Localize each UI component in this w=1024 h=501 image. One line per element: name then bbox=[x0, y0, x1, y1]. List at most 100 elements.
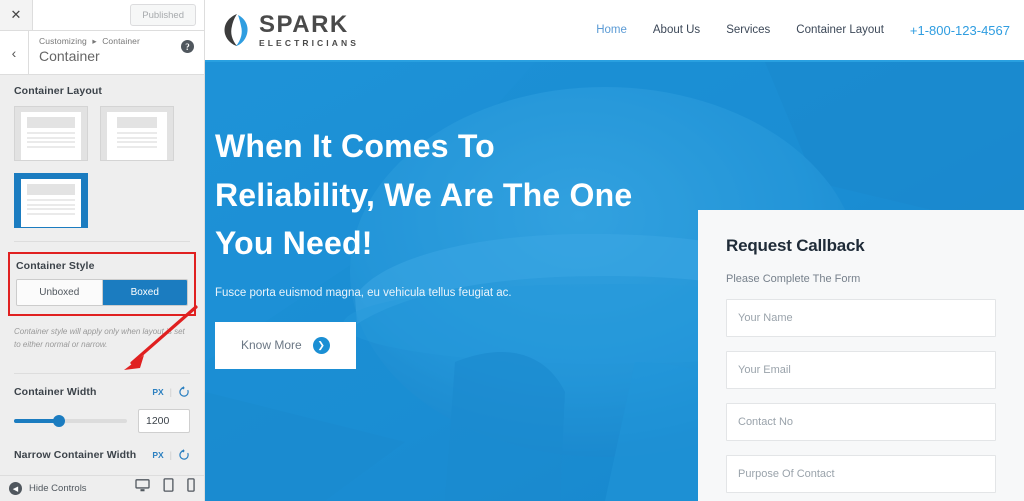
container-width-input[interactable] bbox=[138, 409, 190, 434]
customizer-topbar: ✕ Published bbox=[0, 0, 204, 31]
request-callback-card: Request Callback Please Complete The For… bbox=[698, 210, 1024, 501]
customizer-sidebar: ✕ Published ‹ Customizing ▸ Container Co… bbox=[0, 0, 205, 501]
device-tablet-button[interactable] bbox=[163, 477, 174, 500]
close-icon[interactable]: ✕ bbox=[0, 0, 33, 30]
container-layout-options bbox=[14, 106, 190, 228]
layout-option-narrow[interactable] bbox=[100, 106, 174, 161]
panel-header-text: Customizing ▸ Container Container bbox=[29, 31, 204, 74]
thumb-line bbox=[27, 199, 75, 201]
logo-text: SPARK ELECTRICIANS bbox=[259, 10, 360, 48]
layout-preview-full-width bbox=[21, 179, 81, 227]
desktop-icon bbox=[135, 478, 150, 491]
unit-px-button[interactable]: PX bbox=[152, 387, 163, 397]
container-style-toggle-group: Unboxed Boxed bbox=[16, 279, 188, 306]
container-layout-label: Container Layout bbox=[14, 85, 102, 97]
thumb-title-bar bbox=[27, 117, 75, 128]
thumb-line bbox=[27, 212, 75, 215]
container-width-slider[interactable] bbox=[14, 415, 127, 428]
logo-primary-text: SPARK bbox=[259, 10, 349, 38]
nav-item-container-layout[interactable]: Container Layout bbox=[796, 24, 884, 36]
slider-knob[interactable] bbox=[53, 415, 66, 428]
nav-item-home[interactable]: Home bbox=[596, 24, 627, 36]
narrow-container-width-section: Narrow Container Width PX | bbox=[0, 433, 204, 461]
name-input[interactable] bbox=[726, 299, 996, 337]
container-style-boxed-button[interactable]: Boxed bbox=[101, 280, 187, 305]
thumb-line bbox=[117, 136, 157, 139]
container-width-unit-controls: PX | bbox=[152, 386, 190, 398]
customizer-controls: Container Layout Container Style Unboxed… bbox=[0, 75, 204, 475]
thumb-line bbox=[27, 136, 75, 139]
back-chevron-icon[interactable]: ‹ bbox=[0, 31, 29, 74]
layout-preview-narrow bbox=[107, 112, 167, 160]
container-width-label: Container Width bbox=[14, 386, 97, 399]
publish-button[interactable]: Published bbox=[130, 4, 196, 26]
hide-controls-button[interactable]: Hide Controls bbox=[29, 483, 87, 494]
customizer-footer: ◀ Hide Controls bbox=[0, 475, 204, 501]
hero-section: When It Comes To Reliability, We Are The… bbox=[205, 62, 1024, 501]
section-divider bbox=[14, 241, 190, 242]
container-layout-section: Container Layout bbox=[0, 75, 204, 228]
mobile-icon bbox=[187, 477, 195, 492]
thumb-title-bar bbox=[117, 117, 157, 128]
purpose-of-contact-input[interactable] bbox=[726, 455, 996, 493]
container-width-header: Container Width PX | bbox=[14, 386, 190, 398]
device-mobile-button[interactable] bbox=[187, 477, 195, 500]
thumb-title-bar bbox=[27, 184, 75, 195]
layout-preview-normal bbox=[21, 112, 81, 160]
container-style-section: Container Style Unboxed Boxed bbox=[8, 252, 196, 316]
container-width-slider-row bbox=[14, 409, 190, 434]
narrow-container-width-header: Narrow Container Width PX | bbox=[14, 449, 190, 461]
container-style-help-text: Container style will apply only when lay… bbox=[14, 327, 185, 350]
know-more-button[interactable]: Know More ❯ bbox=[215, 321, 356, 369]
container-style-unboxed-button[interactable]: Unboxed bbox=[17, 280, 102, 305]
unit-separator: | bbox=[169, 450, 172, 461]
tablet-icon bbox=[163, 477, 174, 492]
thumb-line bbox=[27, 203, 75, 206]
customizer-panel-header: ‹ Customizing ▸ Container Container ? bbox=[0, 31, 204, 75]
layout-option-normal[interactable] bbox=[14, 106, 88, 161]
site-logo[interactable]: SPARK ELECTRICIANS bbox=[221, 12, 359, 48]
nav-item-services[interactable]: Services bbox=[726, 24, 770, 36]
customizer-app: ✕ Published ‹ Customizing ▸ Container Co… bbox=[0, 0, 1024, 501]
nav-phone-number[interactable]: +1-800-123-4567 bbox=[910, 23, 1010, 38]
reset-icon[interactable] bbox=[178, 386, 190, 398]
contact-no-input[interactable] bbox=[726, 403, 996, 441]
collapse-icon[interactable]: ◀ bbox=[9, 482, 22, 495]
hero-heading: When It Comes To Reliability, We Are The… bbox=[215, 128, 633, 262]
device-desktop-button[interactable] bbox=[135, 478, 150, 500]
page-title: Container bbox=[39, 48, 100, 64]
unit-px-button[interactable]: PX bbox=[152, 450, 163, 460]
site-navigation: Home About Us Services Container Layout … bbox=[596, 23, 1010, 38]
unit-separator: | bbox=[169, 387, 172, 398]
nav-item-about-us[interactable]: About Us bbox=[653, 24, 700, 36]
thumb-line bbox=[27, 132, 75, 134]
breadcrumb-root[interactable]: Customizing bbox=[39, 36, 87, 46]
thumb-line bbox=[117, 145, 157, 148]
thumb-line bbox=[117, 132, 157, 134]
logo-secondary-text: ELECTRICIANS bbox=[259, 37, 360, 48]
callback-subtitle: Please Complete The Form bbox=[726, 273, 861, 285]
thumb-line bbox=[27, 141, 75, 143]
device-preview-switcher bbox=[135, 477, 195, 500]
narrow-container-width-label: Narrow Container Width bbox=[14, 449, 137, 462]
site-preview: SPARK ELECTRICIANS Home About Us Service… bbox=[205, 0, 1024, 501]
breadcrumb-separator-icon: ▸ bbox=[92, 36, 97, 46]
breadcrumb: Customizing ▸ Container bbox=[39, 36, 204, 47]
container-style-label: Container Style bbox=[16, 260, 95, 272]
thumb-line bbox=[27, 208, 75, 210]
site-header: SPARK ELECTRICIANS Home About Us Service… bbox=[205, 0, 1024, 62]
container-width-section: Container Width PX | bbox=[0, 374, 204, 434]
narrow-width-unit-controls: PX | bbox=[152, 449, 190, 461]
thumb-line bbox=[27, 145, 75, 148]
know-more-label: Know More bbox=[241, 338, 302, 353]
layout-option-full-width[interactable] bbox=[14, 173, 88, 228]
help-icon[interactable]: ? bbox=[181, 40, 194, 53]
arrow-right-icon: ❯ bbox=[312, 336, 330, 354]
thumb-line bbox=[117, 141, 157, 143]
breadcrumb-current: Container bbox=[102, 36, 140, 46]
reset-icon[interactable] bbox=[178, 449, 190, 461]
email-input[interactable] bbox=[726, 351, 996, 389]
callback-title: Request Callback bbox=[726, 236, 865, 255]
lightning-bolt-logo-icon bbox=[224, 14, 248, 46]
